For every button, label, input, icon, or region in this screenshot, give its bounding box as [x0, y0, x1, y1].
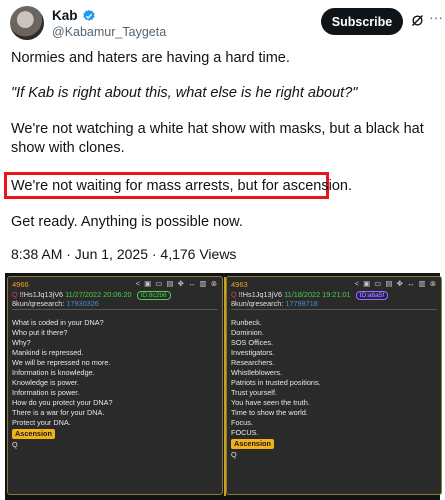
drop-text-line: FOCUS.	[231, 428, 259, 437]
divider	[12, 309, 218, 310]
drop-date: 11/18/2022 19:21:01	[284, 290, 351, 299]
board-name: 8kun/qresearch:	[12, 299, 65, 308]
drop-toolbar-icons: < ▣ ▭ ▤ ✥ ↔ ▥ ⊗	[135, 279, 218, 288]
more-options-icon[interactable]: ···	[429, 9, 443, 25]
drop-number: 4963	[231, 280, 248, 289]
attached-image[interactable]: 4966 < ▣ ▭ ▤ ✥ ↔ ▥ ⊗ Q !!Hs1Jq13jV6 11/2…	[5, 273, 442, 500]
drop-text-line: Mankind is repressed.	[12, 348, 84, 357]
display-name[interactable]: Kab	[52, 8, 78, 23]
post-id-badge: ID:8c2b6	[136, 291, 171, 300]
drop-text-line: Runbeck.	[231, 318, 262, 327]
drop-text-line: Protect your DNA.	[12, 418, 71, 427]
tweet-line-4-highlighted: We're not waiting for mass arrests, but …	[11, 178, 352, 194]
drop-toolbar-icons: < ▣ ▭ ▤ ✥ ↔ ▥ ⊗	[354, 279, 437, 288]
post-id-badge: ID:a6a5f	[355, 291, 389, 300]
board-ref: 8kun/qresearch: 17930326	[12, 299, 99, 308]
q-label: Q	[231, 290, 237, 299]
drop-signature: Q	[231, 450, 237, 459]
post-timestamp-views[interactable]: 8:38 AM · Jun 1, 2025 · 4,176 Views	[11, 246, 236, 262]
post-header: Kab @Kabamur_Taygeta Subscribe ···	[10, 4, 443, 42]
drop-text-line: Information is power.	[12, 388, 80, 397]
drop-text-line: Whistleblowers.	[231, 368, 283, 377]
tweet-line-1: Normies and haters are having a hard tim…	[11, 50, 290, 66]
drop-text-line: Patriots in trusted positions.	[231, 378, 321, 387]
q-drop-card: 4966 < ▣ ▭ ▤ ✥ ↔ ▥ ⊗ Q !!Hs1Jq13jV6 11/2…	[7, 276, 226, 496]
ascension-tag: Ascension	[231, 439, 274, 449]
drop-date: 11/27/2022 20:06:20	[65, 290, 132, 299]
tripcode: !!Hs1Jq13jV6	[238, 290, 283, 299]
q-drop-card: 4963 < ▣ ▭ ▤ ✥ ↔ ▥ ⊗ Q !!Hs1Jq13jV6 11/1…	[226, 276, 442, 495]
drop-text-line: Time to show the world.	[231, 408, 308, 417]
subscribe-button[interactable]: Subscribe	[321, 8, 403, 35]
divider	[231, 309, 437, 310]
board-name: 8kun/qresearch:	[231, 299, 284, 308]
drop-text-line: There is a war for your DNA.	[12, 408, 105, 417]
avatar[interactable]	[10, 6, 44, 40]
drop-signature: Q	[12, 440, 18, 449]
drop-text-line: Trust yourself.	[231, 388, 277, 397]
user-handle[interactable]: @Kabamur_Taygeta	[52, 25, 166, 39]
name-row: Kab	[52, 8, 96, 23]
q-label: Q	[12, 290, 18, 299]
drop-text-line: Focus.	[231, 418, 253, 427]
tweet-line-2-quote: "If Kab is right about this, what else i…	[11, 85, 358, 101]
drop-text-line: SOS Offices.	[231, 338, 274, 347]
board-ref: 8kun/qresearch: 17798718	[231, 299, 318, 308]
tweet-line-5: Get ready. Anything is possible now.	[11, 214, 243, 230]
tripcode: !!Hs1Jq13jV6	[19, 290, 64, 299]
drop-text-line: Knowledge is power.	[12, 378, 79, 387]
drop-text-line: Investigators.	[231, 348, 275, 357]
drop-text-line: What is coded in your DNA?	[12, 318, 104, 327]
drop-text-line: We will be repressed no more.	[12, 358, 111, 367]
drop-text-line: Who put it there?	[12, 328, 68, 337]
drop-text-line: Dominion.	[231, 328, 264, 337]
drop-body: Runbeck. Dominion. SOS Offices. Investig…	[231, 318, 321, 460]
drop-text-line: Why?	[12, 338, 31, 347]
grok-icon[interactable]	[410, 13, 425, 28]
drop-body: What is coded in your DNA? Who put it th…	[12, 318, 113, 450]
board-post-link: 17930326	[66, 299, 99, 308]
drop-number: 4966	[12, 280, 29, 289]
verified-badge-icon	[82, 9, 95, 21]
drop-text-line: How do you protect your DNA?	[12, 398, 113, 407]
ascension-tag: Ascension	[12, 429, 55, 439]
drop-text-line: Information is knowledge.	[12, 368, 95, 377]
tweet-line-3: We're not watching a white hat show with…	[11, 121, 424, 156]
drop-text-line: You have seen the truth.	[231, 398, 310, 407]
board-post-link: 17798718	[285, 299, 318, 308]
drop-text-line: Researchers.	[231, 358, 275, 367]
